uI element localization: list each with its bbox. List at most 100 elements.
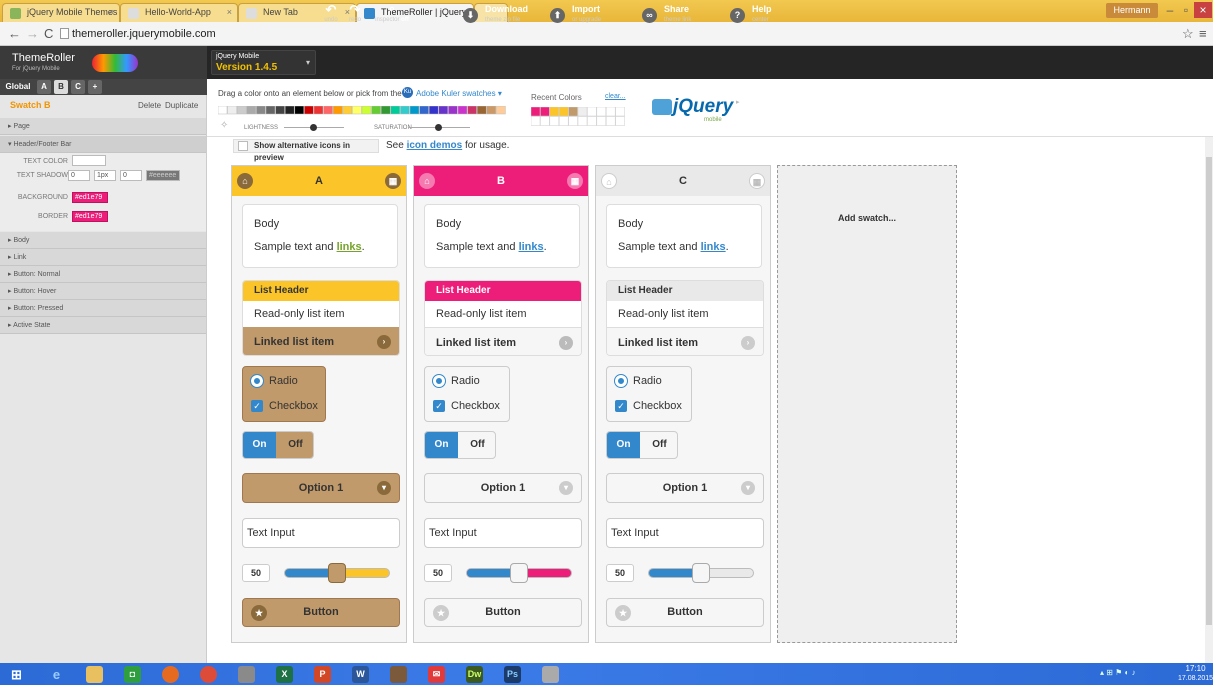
linked-list-item[interactable]: Linked list item ›: [607, 327, 763, 355]
grid-icon[interactable]: ▦: [385, 173, 401, 189]
recent-color-chip[interactable]: [558, 116, 569, 126]
scrollbar-thumb[interactable]: [1206, 157, 1212, 625]
tray-icons[interactable]: ▴ ⊞ ⚑ ◐ ♪: [1100, 668, 1136, 677]
palette-chip[interactable]: [457, 106, 468, 115]
inspector-button[interactable]: ⌕ inspector off: [370, 4, 414, 29]
palette-chip[interactable]: [227, 106, 237, 115]
radio-button[interactable]: Radio: [614, 372, 662, 390]
icon-demos-link[interactable]: icon demos: [407, 140, 463, 151]
shadow-blur-input[interactable]: 0: [120, 170, 142, 181]
browser-tab-2[interactable]: Hello-World-App ×: [120, 3, 238, 22]
close-window-icon[interactable]: ×: [1194, 2, 1212, 18]
recent-color-chip[interactable]: [596, 107, 607, 117]
close-tab-icon[interactable]: ×: [109, 7, 114, 17]
palette-chip[interactable]: [284, 106, 295, 115]
palette-chip[interactable]: [476, 106, 487, 115]
text-input[interactable]: Text Input: [606, 518, 764, 548]
linked-list-item[interactable]: Linked list item ›: [425, 327, 581, 355]
palette-chip[interactable]: [256, 106, 266, 115]
palette-chip[interactable]: [428, 106, 439, 115]
section-link[interactable]: ▸ Link: [0, 249, 206, 266]
forward-arrow-icon[interactable]: →: [26, 26, 39, 41]
vertical-scrollbar[interactable]: [1205, 137, 1213, 663]
slider-value[interactable]: 50: [606, 564, 634, 582]
import-button[interactable]: ⬆ Import or upgrade: [546, 4, 616, 29]
shadow-x-input[interactable]: 0: [68, 170, 90, 181]
url-field[interactable]: themeroller.jquerymobile.com: [72, 25, 216, 43]
tab-a[interactable]: A: [37, 80, 51, 94]
excel-icon[interactable]: X: [276, 666, 293, 683]
palette-chip[interactable]: [496, 106, 506, 115]
shadow-y-input[interactable]: 1px: [94, 170, 116, 181]
background-color-input[interactable]: #ed1e79: [72, 192, 108, 203]
palette-chip[interactable]: [332, 106, 343, 115]
store-icon[interactable]: ◘: [124, 666, 141, 683]
file-explorer-icon[interactable]: [86, 666, 103, 683]
close-tab-icon[interactable]: ×: [227, 7, 232, 17]
button[interactable]: ★ Button: [242, 598, 400, 627]
text-input[interactable]: Text Input: [424, 518, 582, 548]
browser-tab-1[interactable]: jQuery Mobile Themes ×: [2, 3, 120, 22]
text-input[interactable]: Text Input: [242, 518, 400, 548]
border-color-input[interactable]: #ed1e79: [72, 211, 108, 222]
palette-chip[interactable]: [218, 106, 228, 115]
palette-chip[interactable]: [323, 106, 333, 115]
button[interactable]: ★ Button: [606, 598, 764, 627]
color-palette[interactable]: [218, 106, 510, 115]
tab-b[interactable]: B: [54, 80, 68, 94]
palette-chip[interactable]: [236, 106, 247, 115]
palette-chip[interactable]: [486, 106, 497, 115]
version-select[interactable]: jQuery Mobile Version 1.4.5 ▾: [211, 50, 316, 75]
home-icon[interactable]: ⌂: [237, 173, 253, 189]
select-menu[interactable]: Option 1 ▾: [242, 473, 400, 503]
palette-chip[interactable]: [419, 106, 429, 115]
recent-color-chip[interactable]: [568, 107, 578, 117]
home-icon[interactable]: ⌂: [601, 173, 617, 189]
section-button-hover[interactable]: ▸ Button: Hover: [0, 283, 206, 300]
recent-color-chip[interactable]: [568, 116, 578, 126]
clock[interactable]: 17:10 17.08.2015: [1178, 664, 1213, 684]
palette-chip[interactable]: [371, 106, 381, 115]
palette-chip[interactable]: [294, 106, 305, 115]
delete-link[interactable]: Delete: [138, 101, 161, 110]
saturation-handle[interactable]: [435, 124, 442, 131]
section-header-footer[interactable]: ▾ Header/Footer Bar: [0, 136, 206, 153]
recent-color-chip[interactable]: [615, 107, 625, 117]
tab-add[interactable]: +: [88, 80, 102, 94]
share-button[interactable]: ∞ Share theme link: [638, 4, 708, 29]
palette-chip[interactable]: [361, 106, 372, 115]
recent-color-chip[interactable]: [587, 107, 597, 117]
button[interactable]: ★ Button: [424, 598, 582, 627]
slider-handle[interactable]: [692, 563, 710, 583]
flip-switch[interactable]: On Off: [606, 431, 678, 459]
recent-colors-grid[interactable]: [531, 107, 627, 127]
section-body[interactable]: ▸ Body: [0, 232, 206, 249]
back-arrow-icon[interactable]: ←: [8, 26, 21, 41]
palette-chip[interactable]: [400, 106, 410, 115]
select-menu[interactable]: Option 1 ▾: [424, 473, 582, 503]
checkbox[interactable]: ✓ Checkbox: [615, 397, 682, 415]
recent-color-chip[interactable]: [531, 107, 541, 117]
alt-icons-toggle[interactable]: Show alternative icons in preview: [233, 139, 379, 162]
home-icon[interactable]: ⌂: [419, 173, 435, 189]
word-icon[interactable]: W: [352, 666, 369, 683]
select-menu[interactable]: Option 1 ▾: [606, 473, 764, 503]
recent-color-chip[interactable]: [531, 116, 541, 126]
recent-color-chip[interactable]: [577, 107, 588, 117]
photoshop-icon[interactable]: Ps: [504, 666, 521, 683]
page-info-icon[interactable]: [60, 28, 69, 39]
sample-link[interactable]: links: [337, 241, 362, 253]
slider-handle[interactable]: [328, 563, 346, 583]
kuler-link[interactable]: Adobe Kuler swatches ▾: [416, 89, 502, 98]
star-icon[interactable]: ☆: [1182, 26, 1194, 42]
palette-chip[interactable]: [275, 106, 285, 115]
redo-button[interactable]: ↷ redo: [345, 3, 365, 29]
palette-chip[interactable]: [448, 106, 458, 115]
mail-icon[interactable]: ✉: [428, 666, 445, 683]
saturation-slider[interactable]: [408, 124, 470, 131]
recent-color-chip[interactable]: [540, 116, 550, 126]
internet-explorer-icon[interactable]: e: [48, 666, 65, 683]
text-color-input[interactable]: [72, 155, 106, 166]
palette-chip[interactable]: [265, 106, 276, 115]
palette-chip[interactable]: [342, 106, 353, 115]
